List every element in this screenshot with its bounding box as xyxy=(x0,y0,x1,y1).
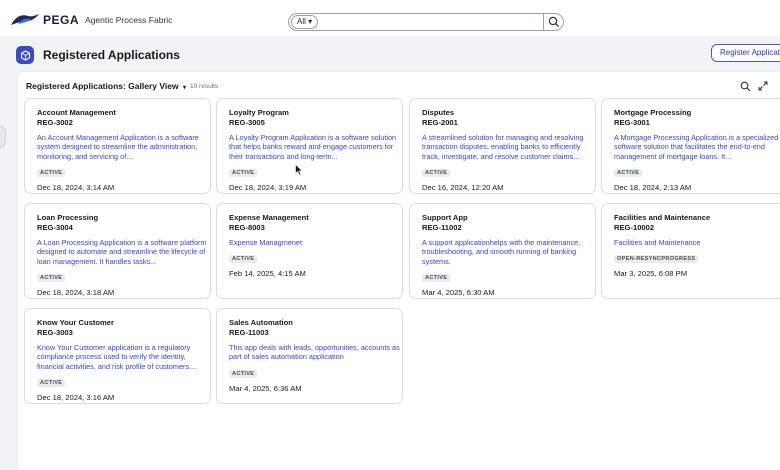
app-card[interactable]: Mortgage Processing REG-3001 A Mortgage … xyxy=(601,98,780,194)
gallery-panel: Registered Applications: Gallery View ▾ … xyxy=(18,72,780,470)
product-name: Agentic Process Fabric xyxy=(85,15,173,25)
status-badge: ACTIVE xyxy=(229,369,258,378)
app-cube-icon xyxy=(16,46,34,64)
search-scope-dropdown[interactable]: All ▾ xyxy=(291,15,319,29)
status-badge: ACTIVE xyxy=(37,274,66,283)
card-title: Support App xyxy=(422,213,468,222)
status-badge: OPEN-RESYNCPROGRESS xyxy=(614,255,699,264)
search-icon[interactable] xyxy=(740,81,751,92)
status-badge: ACTIVE xyxy=(37,169,66,178)
app-card[interactable]: Facilities and Maintenance REG-10002 Fac… xyxy=(601,203,780,299)
status-badge: ACTIVE xyxy=(422,169,451,178)
card-description: Facilities and Maintenance xyxy=(614,238,701,247)
status-badge: ACTIVE xyxy=(229,255,258,264)
card-id: REG-11003 xyxy=(229,328,269,337)
brand-logo[interactable]: PEGA Agentic Process Fabric xyxy=(10,13,172,27)
card-date: Dec 18, 2024, 3:18 AM xyxy=(37,288,115,298)
card-id: REG-3004 xyxy=(37,223,73,232)
card-date: Dec 18, 2024, 3:16 AM xyxy=(37,393,115,403)
card-title: Account Management xyxy=(37,108,116,117)
gallery-view-selector[interactable]: Registered Applications: Gallery View ▾ xyxy=(26,81,186,91)
top-bar: PEGA Agentic Process Fabric All ▾ xyxy=(0,8,780,38)
app-card[interactable]: Disputes REG-2001 A streamlined solution… xyxy=(409,98,596,194)
chevron-down-icon: ▾ xyxy=(182,85,186,91)
card-description: A Loyalty Program Application is a softw… xyxy=(229,133,397,161)
app-card[interactable]: Account Management REG-3002 An Account M… xyxy=(24,98,211,194)
card-title: Loyalty Program xyxy=(229,108,289,117)
result-count: 10 results xyxy=(190,83,219,90)
brand-name: PEGA xyxy=(43,13,80,27)
card-title: Sales Automation xyxy=(229,318,293,327)
pega-bird-icon xyxy=(11,14,39,25)
card-date: Mar 3, 2025, 6:08 PM xyxy=(614,269,688,279)
card-id: REG-3001 xyxy=(614,118,650,127)
app-card[interactable]: Support App REG-11002 A support applicat… xyxy=(409,203,596,299)
card-id: REG-2001 xyxy=(422,118,458,127)
card-date: Mar 4, 2025, 6:36 AM xyxy=(229,383,302,393)
page-header: Registered Applications xyxy=(16,42,180,68)
card-description: A Loan Processing Application is a softw… xyxy=(37,238,207,266)
card-id: REG-8003 xyxy=(229,223,265,232)
mouse-pointer-icon xyxy=(295,164,303,176)
card-title: Mortgage Processing xyxy=(614,108,692,117)
status-badge: ACTIVE xyxy=(37,379,66,388)
card-id: REG-10002 xyxy=(614,223,655,232)
workspace: Registered Applications Register Applica… xyxy=(0,36,780,470)
app-card[interactable]: Expense Management REG-8003 Expense Mana… xyxy=(216,203,403,299)
card-description: Know Your Customer application is a regu… xyxy=(37,343,198,371)
card-description: Expense Managmenet xyxy=(229,238,303,247)
card-title: Know Your Customer xyxy=(37,318,114,327)
card-description: A support applicationhelps with the main… xyxy=(422,238,581,266)
nav-rail-toggle[interactable] xyxy=(0,126,6,148)
card-title: Loan Processing xyxy=(37,213,99,222)
search-icon[interactable] xyxy=(547,16,561,28)
card-description: A streamlined solution for managing and … xyxy=(422,133,584,161)
card-description: A Mortgage Processing Application is a s… xyxy=(614,133,779,161)
app-card[interactable]: Loyalty Program REG-3005 A Loyalty Progr… xyxy=(216,98,403,194)
card-date: Dec 18, 2024, 3:19 AM xyxy=(229,183,307,193)
card-date: Mar 4, 2025, 6:30 AM xyxy=(422,288,495,298)
app-card[interactable]: Loan Processing REG-3004 A Loan Processi… xyxy=(24,203,211,299)
card-id: REG-3005 xyxy=(229,118,265,127)
card-description: This app deals with leads, opportunities… xyxy=(229,343,400,362)
search-divider xyxy=(543,14,544,30)
card-date: Dec 18, 2024, 3:14 AM xyxy=(37,183,115,193)
app-card[interactable]: Sales Automation REG-11003 This app deal… xyxy=(216,308,403,404)
card-date: Dec 18, 2024, 2:13 AM xyxy=(614,183,692,193)
card-title: Disputes xyxy=(422,108,455,117)
card-id: REG-3002 xyxy=(37,118,73,127)
status-badge: ACTIVE xyxy=(229,169,258,178)
card-id: REG-3003 xyxy=(37,328,73,337)
card-title: Expense Management xyxy=(229,213,309,222)
card-date: Feb 14, 2025, 4:15 AM xyxy=(229,269,306,279)
global-search: All ▾ xyxy=(288,13,564,31)
register-application-button[interactable]: Register Application xyxy=(711,44,780,62)
status-badge: ACTIVE xyxy=(614,169,643,178)
card-description: An Account Management Application is a s… xyxy=(37,133,199,161)
status-badge: ACTIVE xyxy=(422,274,451,283)
expand-arrows-icon[interactable] xyxy=(758,81,768,91)
card-title: Facilities and Maintenance xyxy=(614,213,711,222)
gallery-view-title: Registered Applications: Gallery View xyxy=(26,81,179,91)
app-card[interactable]: Know Your Customer REG-3003 Know Your Cu… xyxy=(24,308,211,404)
page-title: Registered Applications xyxy=(43,48,180,62)
card-id: REG-11002 xyxy=(422,223,462,232)
card-date: Dec 16, 2024, 12:20 AM xyxy=(422,183,504,193)
